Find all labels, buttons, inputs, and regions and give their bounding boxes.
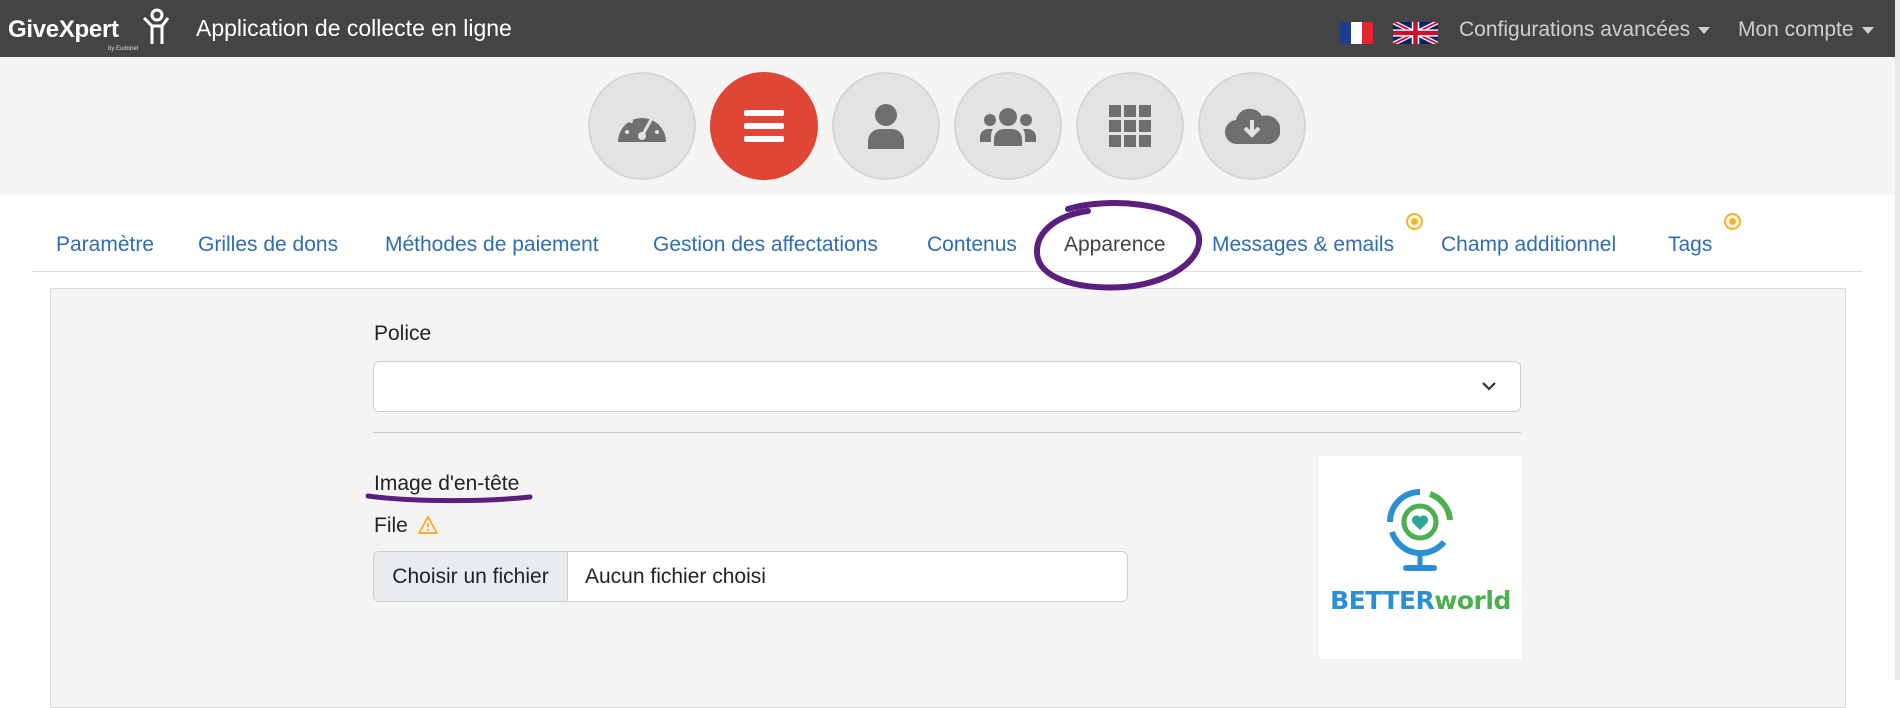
account-label: Mon compte [1738,18,1854,41]
step-users[interactable] [954,72,1062,180]
tab-bar: Paramètre Grilles de dons Méthodes de pa… [0,195,1895,272]
step-download[interactable] [1198,72,1306,180]
brand-text-better: BETTER [1330,586,1435,615]
chevron-down-icon [1861,26,1874,34]
tab-grilles-de-dons[interactable]: Grilles de dons [198,233,338,257]
tab-apparence[interactable]: Apparence [1064,233,1166,257]
users-icon [980,108,1036,146]
tab-methodes-de-paiement[interactable]: Méthodes de paiement [385,233,599,257]
user-icon [868,104,904,149]
brand-text: BETTERworld [1319,586,1522,615]
logo-subtext: by Eudonet [108,46,139,52]
chevron-down-icon [1482,382,1496,391]
tab-champ-additionnel[interactable]: Champ additionnel [1441,233,1616,257]
brand-text-world: world [1434,586,1511,615]
section-divider [373,432,1521,433]
advanced-settings-menu[interactable]: Configurations avancées [1459,18,1711,42]
top-navbar: GiveXpert by Eudonet Application de coll… [0,0,1900,57]
font-select[interactable] [373,361,1521,412]
cloud-download-icon [1225,108,1280,145]
step-menu[interactable] [710,72,818,180]
file-status: Aucun fichier choisi [585,565,766,588]
file-label: File [374,514,408,537]
header-image-label: Image d'en-tête [374,472,520,495]
givexpert-logo[interactable]: GiveXpert by Eudonet [8,8,173,52]
step-user[interactable] [832,72,940,180]
menu-icon [744,110,784,142]
dashboard-icon [618,114,666,142]
account-menu[interactable]: Mon compte [1738,18,1874,42]
tab-gestion-des-affectations[interactable]: Gestion des affectations [653,233,878,257]
appearance-panel [50,288,1846,708]
advanced-settings-label: Configurations avancées [1459,18,1691,41]
french-flag-icon[interactable] [1340,22,1373,44]
file-input[interactable]: Choisir un fichier Aucun fichier choisi [373,551,1128,602]
tab-parametre[interactable]: Paramètre [56,233,154,257]
scrollbar[interactable] [1895,0,1900,680]
app-title: Application de collecte en ligne [196,15,512,41]
chevron-down-icon [1698,26,1711,34]
choose-file-button[interactable]: Choisir un fichier [374,552,568,601]
tab-contenus[interactable]: Contenus [927,233,1017,257]
step-navigation [0,57,1895,195]
logo-figure-icon [142,8,170,44]
globe-heart-icon [1387,489,1453,571]
tags-indicator-icon [1724,213,1741,230]
logo-text: GiveXpert [8,16,119,43]
tab-tags[interactable]: Tags [1668,233,1712,257]
step-grid[interactable] [1076,72,1184,180]
messages-indicator-icon [1406,213,1423,230]
grid-icon [1109,105,1151,147]
font-label: Police [374,322,432,345]
step-dashboard[interactable] [588,72,696,180]
uk-flag-icon[interactable] [1393,22,1438,44]
tab-underline [32,271,1862,272]
tab-messages-emails[interactable]: Messages & emails [1212,233,1394,257]
header-image-preview: BETTERworld [1319,456,1522,659]
